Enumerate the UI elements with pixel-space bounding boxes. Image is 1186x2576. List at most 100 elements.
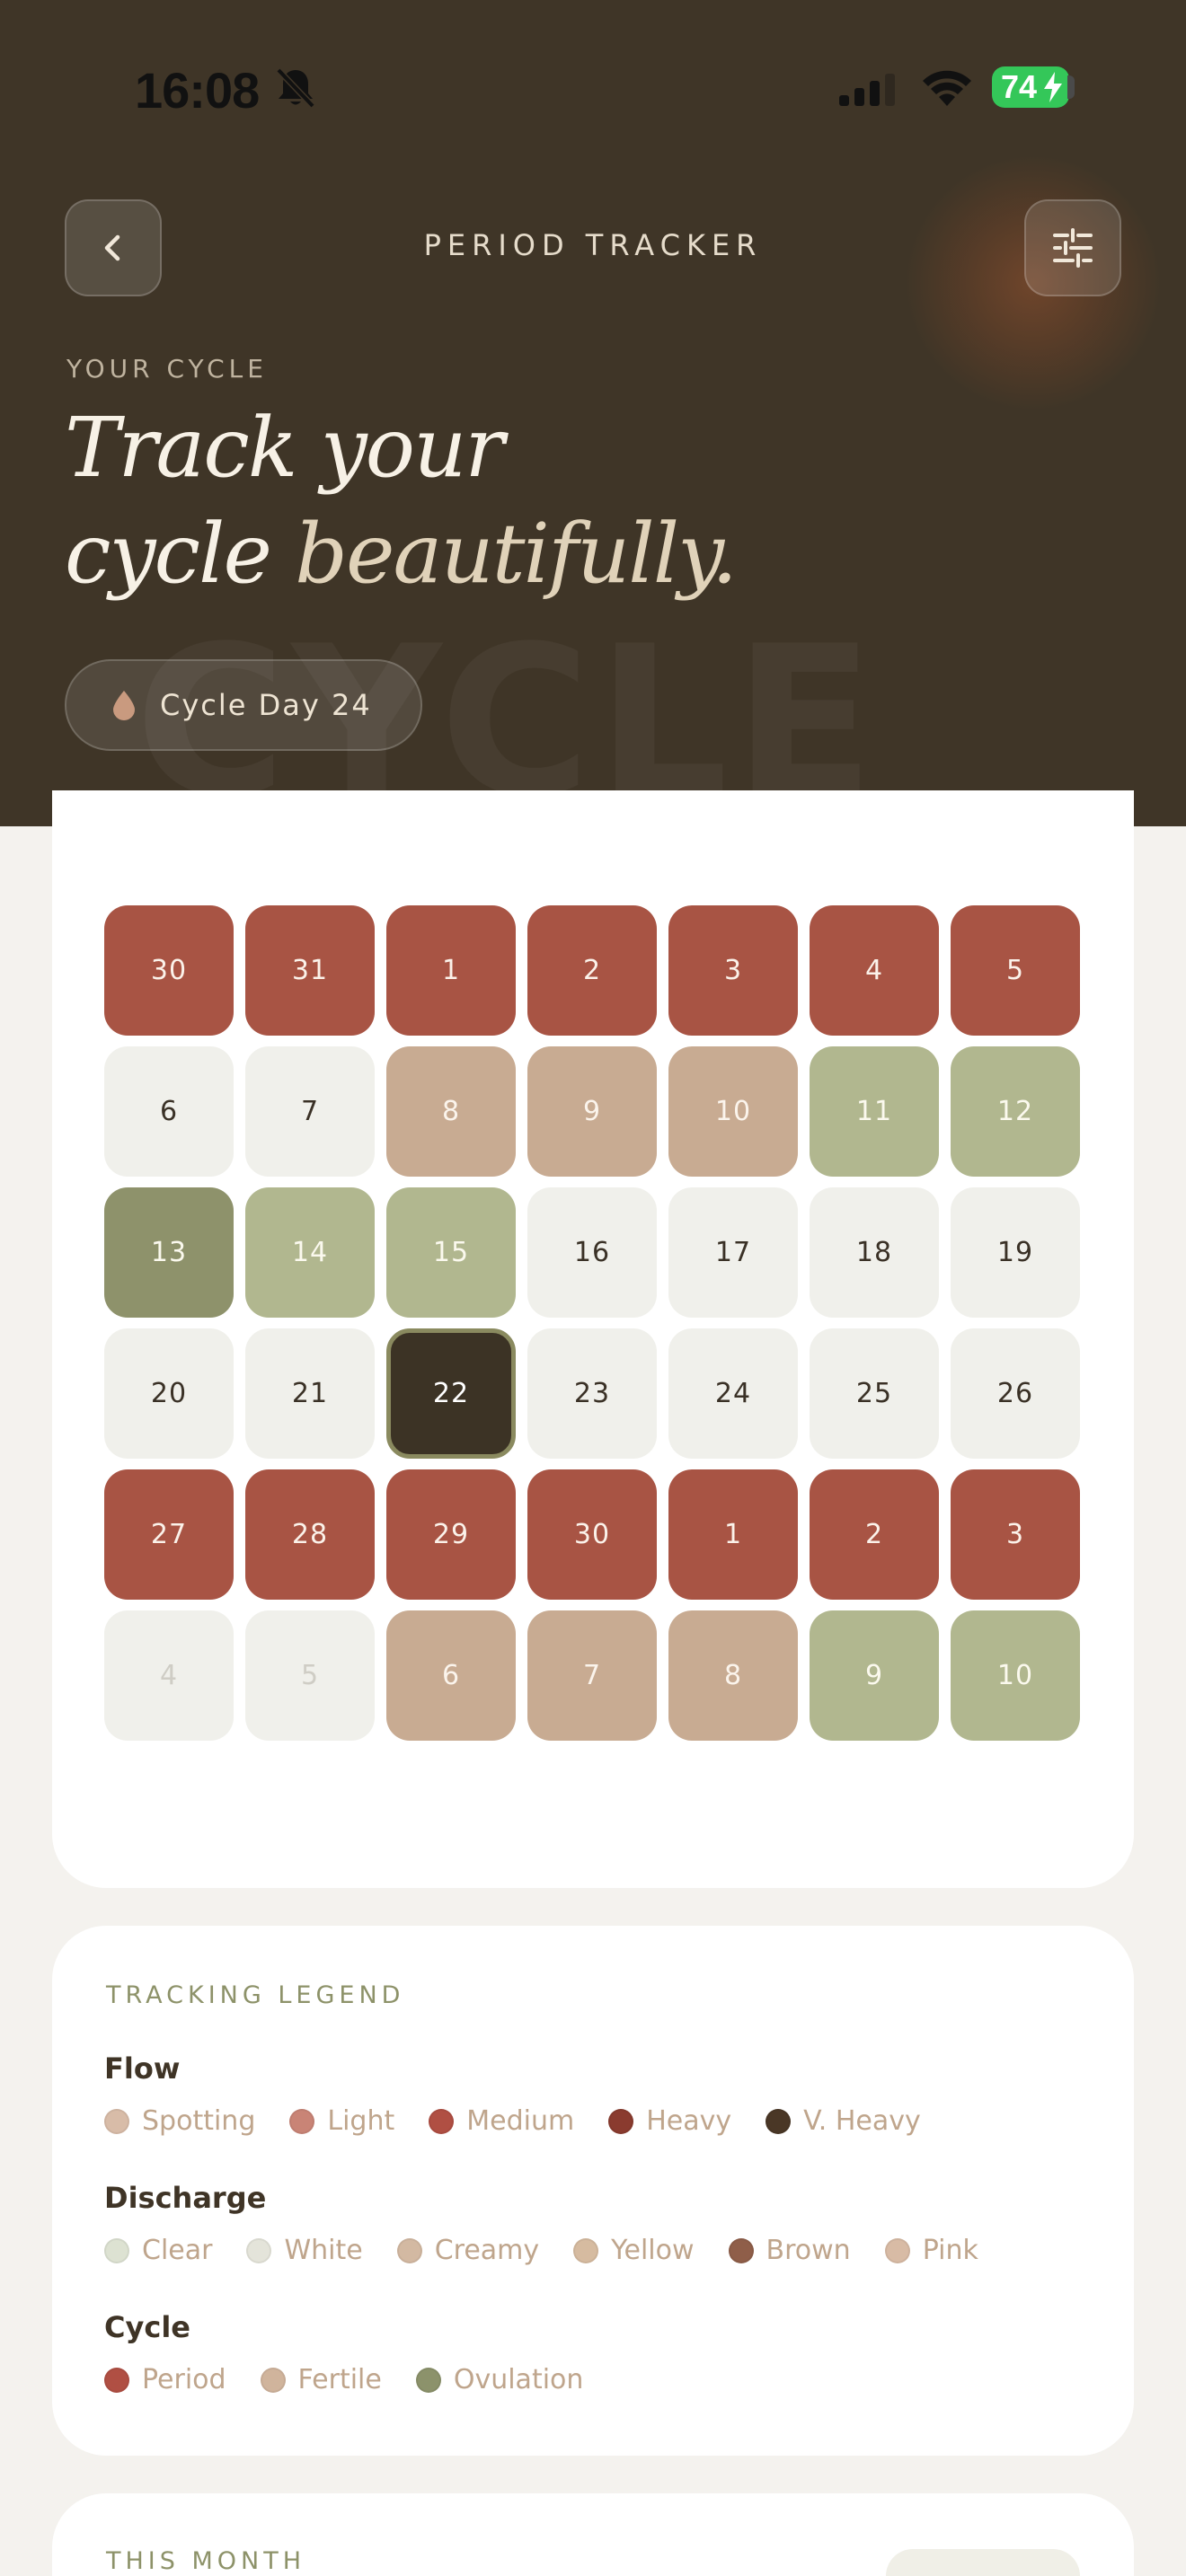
legend-color-dot [104, 2237, 129, 2263]
legend-chip: Light [289, 2105, 394, 2137]
calendar-day[interactable]: 19 [951, 1187, 1080, 1318]
this-month-title: THIS MONTH [106, 2547, 306, 2575]
calendar-day[interactable]: 13 [104, 1187, 234, 1318]
legend-chip-label: Clear [142, 2235, 213, 2266]
calendar-day[interactable]: 31 [245, 905, 375, 1036]
legend-chip-label: Pink [922, 2235, 978, 2266]
legend-chip-label: Period [142, 2364, 226, 2395]
legend-color-dot [573, 2237, 599, 2263]
page-title: PERIOD TRACKER [423, 228, 763, 262]
legend-color-dot [289, 2108, 315, 2134]
calendar-day[interactable]: 17 [668, 1187, 798, 1318]
legend-color-dot [104, 2108, 129, 2134]
legend-chip-label: Yellow [611, 2235, 695, 2266]
legend-chip: Creamy [396, 2235, 540, 2266]
legend-chip: Brown [728, 2235, 851, 2266]
calendar-day[interactable]: 16 [527, 1187, 657, 1318]
battery-level: 74 [1001, 68, 1038, 105]
legend-chip: Period [104, 2364, 226, 2395]
status-time: 16:08 [135, 62, 260, 119]
headline-word-cycle: cycle [65, 506, 296, 602]
calendar-day[interactable]: 9 [810, 1610, 939, 1741]
calendar-day[interactable]: 14 [245, 1187, 375, 1318]
legend-chip: Yellow [573, 2235, 695, 2266]
legend-chip: Heavy [608, 2105, 731, 2137]
legend-group-flow: Flow [104, 2051, 181, 2086]
legend-chip-label: V. Heavy [803, 2105, 921, 2137]
legend-group-cycle: Cycle [104, 2310, 190, 2344]
legend-color-dot [429, 2108, 455, 2134]
calendar-day[interactable]: 10 [951, 1610, 1080, 1741]
calendar-day[interactable]: 7 [527, 1610, 657, 1741]
legend-chip: Clear [104, 2235, 212, 2266]
legend-chip: Fertile [260, 2364, 382, 2395]
calendar-day[interactable]: 20 [104, 1328, 234, 1459]
calendar-grid: 30 31 1 2 3 4 5 6 7 8 9 10 11 12 13 14 15 16 17 18 19 20 21 22 2… [104, 905, 1082, 1741]
calendar-day[interactable]: 5 [951, 905, 1080, 1036]
calendar-day[interactable]: 6 [104, 1046, 234, 1177]
calendar-day[interactable]: 1 [386, 905, 516, 1036]
legend-chip: Pink [884, 2235, 978, 2266]
calendar-day[interactable]: 28 [245, 1469, 375, 1600]
legend-chip-label: White [284, 2235, 363, 2266]
legend-chip-label: Ovulation [453, 2364, 584, 2395]
calendar-day[interactable]: 1 [668, 1469, 798, 1600]
calendar-day[interactable]: 25 [810, 1328, 939, 1459]
legend-chip-label: Fertile [297, 2364, 382, 2395]
calendar-day[interactable]: 2 [527, 905, 657, 1036]
calendar-day[interactable]: 4 [104, 1610, 234, 1741]
calendar-day[interactable]: 5 [245, 1610, 375, 1741]
legend-color-dot [415, 2367, 441, 2393]
calendar-day[interactable]: 3 [951, 1469, 1080, 1600]
headline-word-beautifully: beautifully. [295, 506, 738, 602]
calendar-day[interactable]: 30 [527, 1469, 657, 1600]
calendar-day[interactable]: 11 [810, 1046, 939, 1177]
calendar-day[interactable]: 8 [668, 1610, 798, 1741]
calendar-day[interactable]: 26 [951, 1328, 1080, 1459]
legend-color-dot [260, 2367, 286, 2393]
legend-chip-label: Heavy [646, 2105, 732, 2137]
flow-chip-row: Spotting Light Medium Heavy V. Heavy [104, 2105, 955, 2137]
calendar-day[interactable]: 4 [810, 905, 939, 1036]
calendar-day[interactable]: 6 [386, 1610, 516, 1741]
calendar-day[interactable]: 9 [527, 1046, 657, 1177]
legend-chip: White [246, 2235, 363, 2266]
legend-chip-label: Creamy [434, 2235, 540, 2266]
legend-color-dot [104, 2367, 129, 2393]
legend-chip-label: Brown [766, 2235, 851, 2266]
this-month-chip[interactable] [886, 2549, 1080, 2576]
calendar-day[interactable]: 15 [386, 1187, 516, 1318]
filter-button[interactable] [1024, 199, 1121, 296]
legend-chip: Medium [429, 2105, 574, 2137]
calendar-day[interactable]: 2 [810, 1469, 939, 1600]
calendar-day[interactable]: 29 [386, 1469, 516, 1600]
calendar-day[interactable]: 27 [104, 1469, 234, 1600]
legend-color-dot [246, 2237, 272, 2263]
calendar-day[interactable]: 7 [245, 1046, 375, 1177]
calendar-day[interactable]: 23 [527, 1328, 657, 1459]
cellular-signal-icon [839, 74, 895, 106]
headline-line-2: cycle beautifully. [65, 501, 738, 607]
cycle-day-label: Cycle Day 24 [160, 688, 372, 722]
discharge-chip-row: Clear White Creamy Yellow Brown Pink [104, 2235, 1013, 2266]
calendar-day-today[interactable]: 22 [386, 1328, 516, 1459]
legend-color-dot [608, 2108, 634, 2134]
headline-line-1: Track your [65, 400, 504, 496]
bell-slash-icon [276, 67, 315, 109]
calendar-day[interactable]: 12 [951, 1046, 1080, 1177]
calendar-day[interactable]: 8 [386, 1046, 516, 1177]
calendar-day[interactable]: 30 [104, 905, 234, 1036]
hero-headline: Track your cycle beautifully. [65, 395, 738, 607]
wifi-icon [923, 70, 971, 106]
legend-chip-label: Medium [466, 2105, 575, 2137]
legend-color-dot [884, 2237, 910, 2263]
legend-title: TRACKING LEGEND [106, 1981, 405, 2009]
cycle-day-pill[interactable]: Cycle Day 24 [65, 659, 422, 751]
calendar-day[interactable]: 24 [668, 1328, 798, 1459]
calendar-day[interactable]: 18 [810, 1187, 939, 1318]
calendar-day[interactable]: 10 [668, 1046, 798, 1177]
legend-color-dot [766, 2108, 792, 2134]
calendar-day[interactable]: 21 [245, 1328, 375, 1459]
calendar-day[interactable]: 3 [668, 905, 798, 1036]
battery-tip [1067, 75, 1075, 99]
